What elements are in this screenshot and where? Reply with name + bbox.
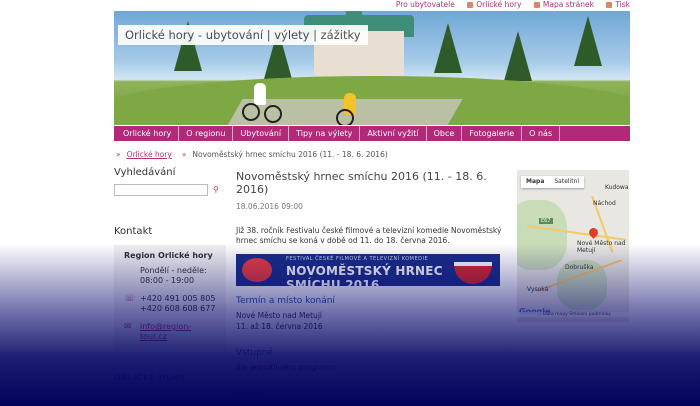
festival-banner-subtitle: FESTIVAL ČESKÉ FILMOVÉ A TELEVIZNÍ KOMED… (286, 256, 429, 262)
main-nav: Orlické hory O regionu Ubytování Tipy na… (114, 126, 630, 141)
phone-icon: ☏ (124, 294, 136, 304)
nav-item-ubytovani[interactable]: Ubytování (233, 126, 290, 141)
event-place: Nové Město nad Metují (236, 311, 322, 320)
region-logo: ORLICKÉ HORY (114, 373, 186, 382)
banner-bike-wheel (264, 105, 282, 123)
banner-tree (574, 16, 602, 66)
map-town-nove-mesto: Nové Město nad Metují (577, 240, 626, 254)
search-input[interactable] (114, 184, 208, 196)
contact-phones-text: +420 491 005 805 +420 608 608 677 (140, 294, 215, 314)
section-date-place-title: Termín a místo konání (236, 296, 335, 306)
map-footer: Data mapy Smluvní podmínky (517, 312, 629, 317)
banner-cyclist (254, 83, 266, 105)
contact-phones: ☏ +420 491 005 805 +420 608 608 677 (124, 294, 216, 314)
article: Novoměstský hrnec smíchu 2016 (11. - 18.… (236, 167, 506, 399)
banner-tree (504, 31, 532, 81)
top-link-print[interactable]: Tisk (606, 0, 630, 9)
nav-item-o-regionu[interactable]: O regionu (179, 126, 234, 141)
map-town-nachod: Náchod (593, 200, 616, 207)
festival-banner-image: FESTIVAL ČESKÉ FILMOVÉ A TELEVIZNÍ KOMED… (236, 254, 500, 286)
contact-phone-1: +420 491 005 805 (140, 294, 216, 303)
article-title: Novoměstský hrnec smíchu 2016 (11. - 18.… (236, 170, 487, 196)
map-tab-satellite[interactable]: Satelitní (549, 176, 584, 188)
contact-hours-text: Pondělí - neděle: 08:00 - 19:00 (140, 266, 207, 286)
top-link-accommodation-providers[interactable]: Pro ubytovatele (396, 0, 455, 9)
festival-logo (242, 258, 272, 282)
print-icon (606, 2, 613, 8)
nav-item-fotogalerie[interactable]: Fotogalerie (462, 126, 523, 141)
top-link-sitemap-label: Mapa stránek (542, 0, 594, 9)
nav-item-aktivni-vyziti[interactable]: Aktivní vyžití (360, 126, 427, 141)
header-banner: Orlické hory - ubytování | výlety | záži… (114, 11, 630, 125)
breadcrumb-arrow-icon: » (181, 150, 187, 159)
contact-hours-days: Pondělí - neděle: (140, 266, 207, 275)
nav-item-o-nas[interactable]: O nás (522, 126, 561, 141)
search-icon[interactable]: ⚲ (213, 185, 219, 194)
breadcrumb-current: Novoměstský hrnec smíchu 2016 (11. - 18.… (192, 150, 388, 159)
top-links: Pro ubytovatele Orlické hory Mapa stráne… (114, 0, 630, 10)
event-dates: 11. až 18. června 2016 (236, 322, 323, 331)
contact-title: Kontakt (114, 226, 153, 237)
map-tab-map[interactable]: Mapa (521, 176, 549, 188)
map-road-number: E67 (539, 218, 553, 224)
search-form: ⚲ (114, 184, 226, 196)
map-town-vysoka: Vysoká (527, 286, 549, 293)
section-admission-title: Vstupné (236, 348, 274, 358)
contact-box: Region Orlické hory Pondělí - neděle: 08:… (114, 245, 226, 350)
section-more-title: Další (236, 389, 259, 399)
top-link-home[interactable]: Orlické hory (467, 0, 521, 9)
map-town-kudowa: Kudowa (605, 184, 629, 191)
map-forest-area (517, 200, 567, 270)
site-title: Orlické hory - ubytování | výlety | záži… (118, 25, 368, 45)
breadcrumb: » Orlické hory » Novoměstský hrnec smíchu 2… (114, 150, 388, 159)
breadcrumb-arrow-icon: » (116, 150, 121, 159)
nav-item-orlicke-hory[interactable]: Orlické hory (114, 126, 180, 141)
top-link-print-label: Tisk (615, 0, 630, 9)
search-title: Vyhledávání (114, 167, 176, 178)
banner-tree (434, 23, 462, 73)
breadcrumb-home-link[interactable]: Orlické hory (127, 150, 172, 159)
section-date-place-body: Nové Město nad Metují 11. až 18. června 2… (236, 310, 506, 332)
contact-email-link[interactable]: info@region-tour.cz (140, 322, 216, 342)
sitemap-icon (533, 2, 540, 8)
clock-icon (124, 266, 140, 286)
map-town-dobruska: Dobruška (565, 264, 594, 271)
nav-item-obce[interactable]: Obce (427, 126, 463, 141)
banner-bike-wheel (336, 109, 354, 125)
page: Pro ubytovatele Orlické hory Mapa stráne… (0, 0, 700, 406)
section-admission-body: dle jednotlivého programu (236, 363, 336, 372)
contact-hours-time: 08:00 - 19:00 (140, 276, 195, 285)
map-type-tabs: Mapa Satelitní (521, 176, 585, 188)
contact-email-row: ✉ info@region-tour.cz (124, 322, 216, 342)
article-date: 18.06.2016 09:00 (236, 202, 303, 211)
banner-bike-wheel (242, 103, 260, 121)
top-link-sitemap[interactable]: Mapa stránek (533, 0, 594, 9)
envelope-icon: ✉ (124, 322, 132, 332)
nav-item-tipy-na-vylety[interactable]: Tipy na výlety (289, 126, 361, 141)
left-sidebar: Vyhledávání ⚲ Kontakt Region Orlické hor… (114, 167, 226, 350)
house-icon (467, 2, 474, 8)
article-intro: Již 38. ročník Festivalu české filmové a… (236, 226, 502, 245)
embedded-map[interactable]: E67 Mapa Satelitní Kudowa Náchod Nové Mě… (517, 170, 629, 322)
contact-phone-2: +420 608 608 677 (140, 304, 216, 313)
contact-org: Region Orlické hory (124, 251, 213, 260)
top-link-home-label: Orlické hory (476, 0, 522, 9)
contact-hours: Pondělí - neděle: 08:00 - 19:00 (124, 266, 216, 286)
